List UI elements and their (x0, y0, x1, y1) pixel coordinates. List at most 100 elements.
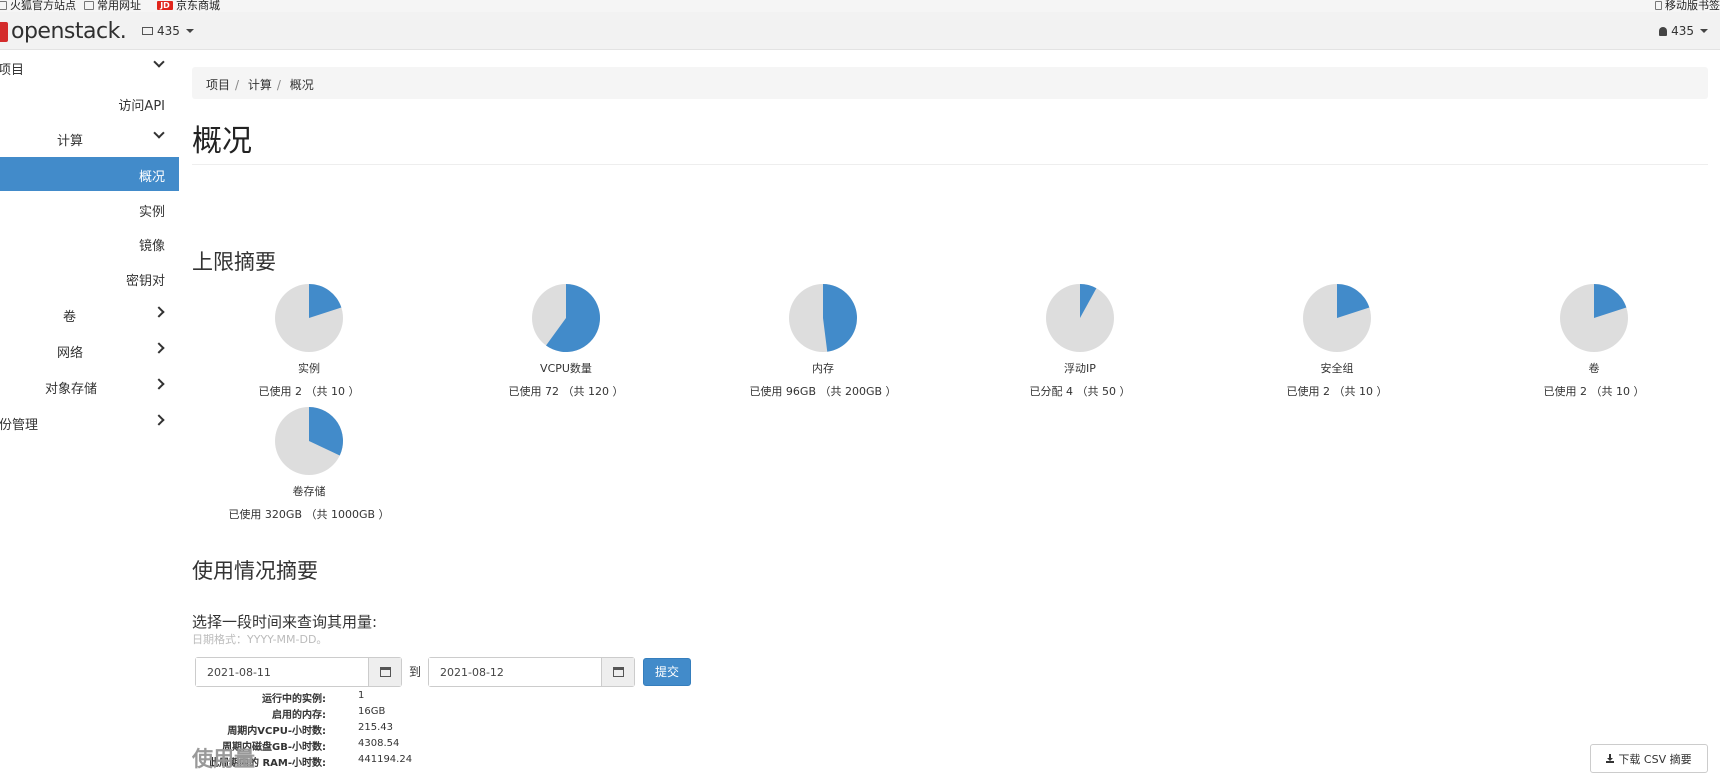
user-dropdown[interactable]: 435 (1659, 24, 1708, 38)
pie-usage-text: 已使用 72 （共 120 ） (508, 385, 624, 398)
sidebar-item-label: 网络 (57, 346, 84, 361)
stat-value: 1 (358, 690, 365, 701)
download-csv-button[interactable]: 下载 CSV 摘要 (1590, 744, 1708, 773)
bookmark-label: 京东商城 (176, 0, 220, 12)
pie-used-slice (823, 284, 857, 352)
end-date-calendar-button[interactable] (601, 658, 634, 686)
pie-usage-text: 已使用 2 （共 10 ） (258, 385, 360, 398)
usage-summary-heading: 使用情况摘要 (192, 559, 318, 583)
pie-chart (532, 284, 600, 352)
logo-text: openstack. (11, 19, 127, 44)
pie-usage-text: 已分配 4 （共 50 ） (1029, 385, 1131, 398)
user-icon (1659, 26, 1668, 36)
breadcrumb-item-project[interactable]: 项目 (206, 78, 230, 92)
sidebar-item-identity[interactable]: 身份管理 (0, 405, 179, 439)
bookmark-jd[interactable]: JD 京东商城 (157, 0, 220, 11)
limit-pie-2: 内存已使用 96GB （共 200GB ） (713, 283, 933, 399)
sidebar-item-compute[interactable]: 计算 (0, 121, 179, 155)
stat-value: 16GB (358, 706, 386, 717)
main-content: 项目 / 计算 / 概况 概况 上限摘要 实例已使用 2 （共 10 ） VCPU数量… (192, 50, 1708, 781)
phone-icon (1655, 1, 1662, 10)
calendar-icon (612, 667, 624, 677)
sidebar-item-volumes[interactable]: 卷 (0, 297, 179, 331)
user-name: 435 (1671, 24, 1694, 38)
breadcrumb: 项目 / 计算 / 概况 (192, 67, 1708, 99)
top-navbar: openstack. 435 435 (0, 12, 1720, 50)
limit-pie-0: 实例已使用 2 （共 10 ） (199, 283, 419, 399)
start-date-input[interactable] (196, 658, 368, 686)
limit-summary-heading: 上限摘要 (192, 250, 276, 274)
sidebar-item-label: 项目 (0, 63, 25, 78)
breadcrumb-item-overview: 概况 (289, 78, 314, 92)
pie-chart (789, 284, 857, 352)
sidebar-item-object-storage[interactable]: 对象存储 (0, 369, 179, 403)
stat-label: 启用的内存: (272, 710, 326, 721)
chevron-right-icon (153, 306, 165, 318)
sidebar-item-label: 实例 (138, 205, 165, 220)
sidebar-item-project[interactable]: 项目 (0, 50, 179, 84)
sidebar-item-label: 镜像 (138, 239, 165, 254)
sidebar-item-network[interactable]: 网络 (0, 333, 179, 367)
pie-chart (1046, 284, 1114, 352)
query-label: 选择一段时间来查询其用量: (192, 613, 378, 631)
stat-label: 运行中的实例: (262, 694, 326, 705)
sidebar-item-keypairs[interactable]: 密钥对 (0, 261, 179, 295)
pie-title: 实例 (298, 362, 320, 375)
pie-title: 浮动IP (1064, 362, 1096, 375)
page-title: 概况 (192, 124, 252, 159)
sidebar-item-label: 访问API (118, 99, 165, 114)
pie-usage-text: 已使用 2 （共 10 ） (1543, 385, 1645, 398)
openstack-logo-icon (0, 21, 8, 42)
chevron-right-icon (153, 378, 165, 390)
date-format-hint: 日期格式：YYYY-MM-DD。 (192, 633, 328, 646)
start-date-calendar-button[interactable] (368, 658, 401, 686)
bookmarks-bar: 火狐官方站点 常用网址 JD 京东商城 移动版书签 (0, 0, 1720, 12)
pie-chart (275, 284, 343, 352)
sidebar-item-label: 对象存储 (45, 382, 98, 397)
pie-usage-text: 已使用 2 （共 10 ） (1286, 385, 1388, 398)
caret-down-icon (1700, 29, 1708, 33)
bookmark-mobile[interactable]: 移动版书签 (1655, 0, 1720, 11)
pie-chart (1303, 284, 1371, 352)
sidebar-item-instances[interactable]: 实例 (0, 192, 179, 226)
limit-pie-1: VCPU数量已使用 72 （共 120 ） (456, 283, 676, 399)
limit-pie-4: 安全组已使用 2 （共 10 ） (1227, 283, 1447, 399)
stat-value: 441194.24 (358, 754, 413, 765)
sidebar-item-api-access[interactable]: 访问API (0, 86, 179, 120)
start-date-group (195, 657, 402, 687)
pie-usage-text: 已使用 96GB （共 200GB ） (749, 385, 897, 398)
pie-title: VCPU数量 (540, 362, 592, 375)
stat-label: 周期内VCPU-小时数: (227, 726, 326, 737)
pie-title: 卷存储 (292, 485, 326, 498)
stat-value: 215.43 (358, 722, 393, 733)
sidebar-item-label: 密钥对 (125, 274, 165, 289)
pie-title: 安全组 (1320, 362, 1354, 375)
limit-pie-3: 浮动IP 已分配 4 （共 50 ） (970, 283, 1190, 399)
pie-usage-text: 已使用 320GB （共 1000GB ） (228, 508, 390, 521)
pie-title: 内存 (812, 362, 834, 375)
chevron-down-icon (153, 127, 165, 139)
project-dropdown[interactable]: 435 (142, 24, 194, 38)
pie-chart (1560, 284, 1628, 352)
limit-pie-6: 卷存储已使用 320GB （共 1000GB ） (199, 406, 419, 522)
openstack-logo[interactable]: openstack. (0, 19, 127, 44)
project-icon (142, 27, 153, 35)
sidebar-item-images[interactable]: 镜像 (0, 226, 179, 260)
breadcrumb-item-compute[interactable]: 计算 (248, 78, 272, 92)
page-icon (84, 1, 94, 10)
chevron-right-icon (153, 342, 165, 354)
stat-value: 4308.54 (358, 738, 400, 749)
end-date-input[interactable] (429, 658, 601, 686)
bookmark-label: 火狐官方站点 (10, 0, 76, 12)
caret-down-icon (185, 29, 194, 33)
bookmark-common-sites[interactable]: 常用网址 (84, 0, 141, 11)
pie-chart (275, 407, 343, 475)
sidebar-item-label: 计算 (57, 134, 84, 149)
limit-pie-5: 卷已使用 2 （共 10 ） (1484, 283, 1704, 399)
sidebar-item-overview[interactable]: 概况 (0, 157, 179, 191)
submit-button[interactable]: 提交 (643, 658, 691, 686)
project-name: 435 (157, 24, 180, 38)
bookmark-firefox-site[interactable]: 火狐官方站点 (0, 0, 76, 11)
page-icon (0, 1, 7, 10)
download-icon (1606, 754, 1615, 763)
